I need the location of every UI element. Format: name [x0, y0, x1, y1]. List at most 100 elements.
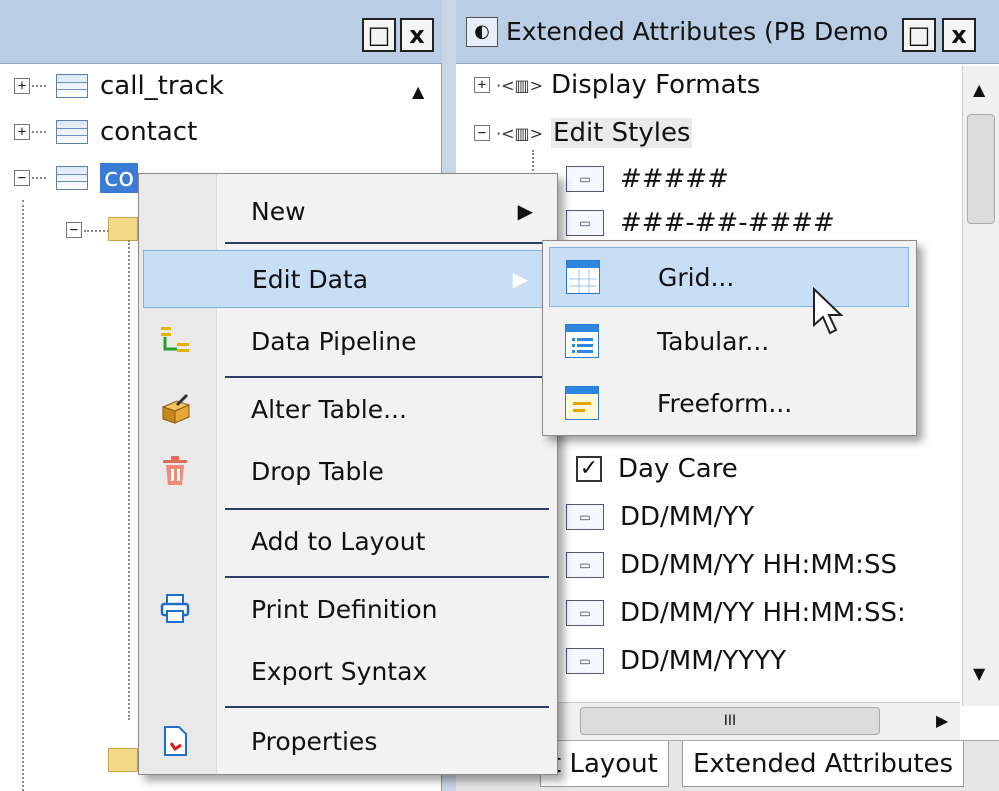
close-button[interactable]: x [942, 18, 976, 52]
edit-mask-icon: ▭ [566, 648, 604, 674]
menu-item-label: Add to Layout [251, 526, 426, 556]
scroll-down-icon[interactable]: ▼ [973, 664, 985, 683]
tabular-icon [565, 324, 599, 358]
menu-item-label: Export Syntax [251, 656, 428, 686]
scroll-right-icon[interactable]: ▶ [936, 711, 948, 730]
tree-item-label: contact [100, 117, 198, 147]
table-icon [56, 74, 88, 98]
tree-item-label: Display Formats [551, 70, 761, 100]
expand-icon[interactable]: + [14, 124, 30, 140]
menu-separator [225, 706, 549, 708]
scroll-up-icon[interactable]: ▲ [973, 80, 985, 99]
submenu-arrow-icon: ▶ [517, 199, 533, 223]
tree-line [128, 240, 130, 720]
menu-separator [225, 376, 549, 378]
menu-separator [225, 576, 549, 578]
tree-item-label: co [100, 163, 139, 193]
menu-item-print-definition[interactable]: Print Definition [139, 580, 557, 638]
printer-icon [159, 593, 191, 625]
panel-title: Extended Attributes (PB Demo [506, 17, 889, 46]
menu-separator [225, 242, 549, 244]
expand-icon[interactable]: + [474, 77, 490, 93]
edit-style-label: ###-##-#### [620, 208, 835, 238]
tree-item-selected[interactable]: − co [14, 158, 139, 198]
menu-item-edit-data[interactable]: Edit Data ▶ [143, 250, 553, 308]
menu-item-new[interactable]: New ▶ [139, 182, 557, 240]
folder-icon [108, 217, 138, 241]
restore-button[interactable]: □ [902, 18, 936, 52]
edit-style-item[interactable]: ▭ ###-##-#### [566, 202, 835, 244]
menu-item-label: Print Definition [251, 594, 438, 624]
menu-item-label: Drop Table [251, 456, 384, 486]
data-pipeline-icon [159, 325, 191, 357]
scroll-thumb[interactable] [967, 114, 995, 224]
submenu-item-grid[interactable]: Grid... [549, 247, 909, 307]
freeform-icon [565, 386, 599, 420]
grid-icon [566, 260, 600, 294]
collapse-icon[interactable]: − [474, 125, 490, 141]
attribute-folder-icon: ·<▥> [496, 75, 544, 95]
edit-style-label: ##### [620, 164, 729, 194]
table-icon [56, 120, 88, 144]
edit-style-label: DD/MM/YY HH:MM:SS [620, 550, 897, 580]
edit-style-label: DD/MM/YY HH:MM:SS: [620, 598, 906, 628]
menu-item-drop-table[interactable]: Drop Table [139, 442, 557, 500]
horizontal-scrollbar[interactable]: III ▶ [540, 702, 960, 740]
menu-item-label: Edit Data [252, 264, 369, 294]
submenu-arrow-icon: ▶ [512, 267, 528, 291]
restore-button[interactable]: □ [362, 18, 396, 52]
properties-icon [159, 725, 191, 757]
menu-item-alter-table[interactable]: Alter Table... [139, 380, 557, 438]
left-titlebar: □ x [0, 0, 442, 64]
extended-attributes-icon: ◐ [466, 16, 498, 47]
alter-table-icon [159, 393, 191, 425]
menu-separator [225, 508, 549, 510]
submenu-item-label: Grid... [658, 262, 735, 292]
edit-style-item[interactable]: ▭ DD/MM/YY HH:MM:SS [566, 544, 897, 586]
tree-line [22, 200, 24, 791]
collapse-icon[interactable]: − [14, 170, 30, 186]
vertical-scrollbar[interactable]: ▲ ▼ [962, 66, 999, 706]
submenu-item-freeform[interactable]: Freeform... [549, 373, 909, 433]
edit-style-item[interactable]: ▭ DD/MM/YY [566, 496, 754, 538]
close-button[interactable]: x [400, 18, 434, 52]
submenu-item-label: Freeform... [657, 388, 793, 418]
edit-style-label: DD/MM/YYYY [620, 646, 786, 676]
menu-item-data-pipeline[interactable]: Data Pipeline [139, 312, 557, 370]
scroll-up-icon[interactable]: ▲ [412, 82, 424, 101]
tree-line [32, 131, 46, 133]
edit-mask-icon: ▭ [566, 600, 604, 626]
edit-mask-icon: ▭ [566, 210, 604, 236]
tree-line [32, 85, 46, 87]
menu-item-label: Alter Table... [251, 394, 407, 424]
edit-style-item[interactable]: ▭ ##### [566, 158, 729, 200]
edit-style-item[interactable]: ▭ DD/MM/YYYY [566, 640, 786, 682]
collapse-icon[interactable]: − [66, 222, 82, 238]
menu-item-label: New [251, 196, 306, 226]
edit-style-item[interactable]: ✓ Day Care [576, 448, 738, 490]
menu-item-export-syntax[interactable]: Export Syntax [139, 642, 557, 700]
tree-item-call-track[interactable]: + call_track [14, 66, 224, 106]
mouse-cursor-icon [812, 286, 846, 343]
edit-data-submenu: Grid... Tabular... Freeform... [542, 240, 917, 436]
expand-icon[interactable]: + [14, 78, 30, 94]
tab-extended-attributes[interactable]: Extended Attributes [682, 741, 965, 787]
tree-item-edit-styles[interactable]: − ·<▥> Edit Styles [474, 112, 693, 154]
submenu-item-tabular[interactable]: Tabular... [549, 311, 909, 371]
edit-mask-icon: ▭ [566, 504, 604, 530]
tab-layout[interactable]: t Layout [540, 741, 669, 787]
attribute-folder-icon: ·<▥> [496, 123, 544, 143]
menu-item-add-to-layout[interactable]: Add to Layout [139, 512, 557, 570]
edit-mask-icon: ▭ [566, 552, 604, 578]
scroll-thumb[interactable]: III [580, 707, 880, 735]
edit-style-label: Day Care [618, 454, 738, 484]
edit-style-item[interactable]: ▭ DD/MM/YY HH:MM:SS: [566, 592, 906, 634]
tree-item-contact[interactable]: + contact [14, 112, 197, 152]
trash-icon [159, 455, 191, 487]
tree-item-display-formats[interactable]: + ·<▥> Display Formats [474, 64, 760, 106]
tree-line [32, 177, 46, 179]
right-titlebar: ◐ Extended Attributes (PB Demo □ x [456, 0, 999, 64]
table-icon [56, 166, 88, 190]
submenu-item-label: Tabular... [657, 326, 770, 356]
menu-item-properties[interactable]: Properties [139, 712, 557, 770]
